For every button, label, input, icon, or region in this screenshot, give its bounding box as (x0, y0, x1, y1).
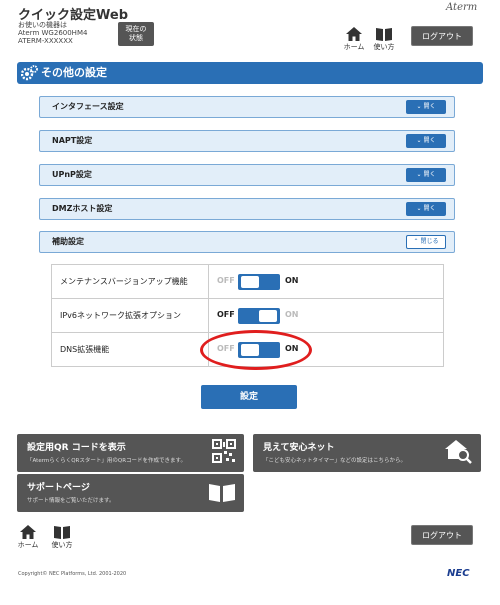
open-button-label: 開く (423, 137, 436, 144)
accordion-label: NAPT設定 (52, 136, 93, 145)
support-tile[interactable]: サポートページ サポート情報をご覧いただけます。 (17, 474, 244, 512)
book-icon (209, 484, 235, 502)
open-button-label: 開く (423, 171, 436, 178)
safety-net-tile[interactable]: 見えて安心ネット 「こども安心ネットタイマー」などの設定はこちらから。 (253, 434, 481, 472)
footer-home-button[interactable]: ホーム (14, 525, 42, 550)
accordion-upnp[interactable]: UPnP設定 ⌄ 開く (39, 164, 455, 186)
toggle-off-label: OFF (217, 310, 235, 319)
gear-icon (21, 65, 38, 81)
toggle-knob (241, 276, 259, 288)
open-button[interactable]: ⌄ 開く (406, 202, 446, 216)
device-name: ATERM-XXXXXX (18, 37, 73, 45)
home-icon (20, 525, 36, 539)
book-icon (376, 28, 392, 41)
tile-title: サポートページ (27, 483, 90, 493)
book-icon (54, 526, 70, 539)
toggle-track (238, 308, 280, 324)
home-button[interactable]: ホーム (340, 27, 368, 52)
accordion-label: インタフェース設定 (52, 102, 124, 111)
device-model: Aterm WG2600HM4 (18, 29, 88, 37)
help-label: 使い方 (373, 43, 395, 51)
qr-code-icon (212, 439, 236, 463)
maintenance-update-toggle[interactable]: OFF ON (217, 274, 299, 290)
open-button-label: 開く (423, 103, 436, 110)
setting-value: OFF ON (208, 264, 444, 299)
footer-logout-button[interactable]: ログアウト (411, 525, 473, 545)
tile-title: 設定用QR コードを表示 (27, 443, 126, 453)
accordion-label: 補助設定 (52, 237, 84, 246)
toggle-on-label: ON (285, 276, 299, 285)
setting-label: DNS拡張機能 (51, 332, 209, 367)
accordion-auxiliary[interactable]: 補助設定 ⌃ 閉じる (39, 231, 455, 253)
section-header: その他の設定 (17, 62, 483, 84)
setting-value: OFF ON (208, 298, 444, 333)
table-row: メンテナンスバージョンアップ機能 OFF ON (51, 264, 444, 299)
highlight-circle (200, 330, 312, 370)
tile-subtitle: サポート情報をご覧いただけます。 (27, 498, 115, 504)
toggle-off-label: OFF (217, 276, 235, 285)
accordion-napt[interactable]: NAPT設定 ⌄ 開く (39, 130, 455, 152)
help-label: 使い方 (51, 541, 73, 549)
close-button[interactable]: ⌃ 閉じる (406, 235, 446, 249)
current-status-label2: 状態 (129, 34, 143, 42)
header: クイック設定Web お使いの機器は Aterm WG2600HM4 ATERM-… (0, 0, 500, 52)
setting-label: IPv6ネットワーク拡張オプション (51, 298, 209, 333)
tile-subtitle: 「こども安心ネットタイマー」などの設定はこちらから。 (263, 458, 407, 464)
copyright-text: Copyright© NEC Platforms, Ltd. 2001-2020 (18, 571, 127, 577)
current-status-label: 現在の (125, 25, 147, 33)
open-button[interactable]: ⌄ 開く (406, 168, 446, 182)
tile-title: 見えて安心ネット (263, 443, 335, 453)
home-label: ホーム (17, 541, 39, 549)
house-search-icon (445, 440, 472, 464)
open-button[interactable]: ⌄ 開く (406, 100, 446, 114)
device-info: お使いの機器は Aterm WG2600HM4 ATERM-XXXXXX (18, 21, 87, 45)
help-button[interactable]: 使い方 (370, 27, 398, 52)
table-row: IPv6ネットワーク拡張オプション OFF ON (51, 298, 444, 333)
close-button-label: 閉じる (420, 238, 439, 245)
accordion-interface[interactable]: インタフェース設定 ⌄ 開く (39, 96, 455, 118)
accordion-label: UPnP設定 (52, 170, 92, 179)
logout-button[interactable]: ログアウト (411, 26, 473, 46)
setting-label: メンテナンスバージョンアップ機能 (51, 264, 209, 299)
open-button[interactable]: ⌄ 開く (406, 134, 446, 148)
home-icon (346, 27, 362, 41)
aterm-logo: Aterm (446, 2, 478, 13)
toggle-knob (259, 310, 277, 322)
accordion-label: DMZホスト設定 (52, 204, 113, 213)
tile-subtitle: 「AtermらくらくQRスタート」用のQRコードを作成できます。 (27, 458, 186, 464)
accordion-dmz[interactable]: DMZホスト設定 ⌄ 開く (39, 198, 455, 220)
home-label: ホーム (343, 43, 365, 51)
device-info-line: お使いの機器は (18, 21, 67, 29)
qr-code-tile[interactable]: 設定用QR コードを表示 「AtermらくらくQRスタート」用のQRコードを作成… (17, 434, 244, 472)
apply-button[interactable]: 設定 (201, 385, 297, 409)
open-button-label: 開く (423, 205, 436, 212)
toggle-track (238, 274, 280, 290)
nec-logo: NEC (447, 568, 470, 579)
toggle-on-label: ON (285, 310, 299, 319)
section-title: その他の設定 (41, 66, 107, 79)
current-status-button[interactable]: 現在の 状態 (118, 22, 154, 46)
footer-help-button[interactable]: 使い方 (48, 525, 76, 550)
ipv6-extension-toggle[interactable]: OFF ON (217, 308, 299, 324)
